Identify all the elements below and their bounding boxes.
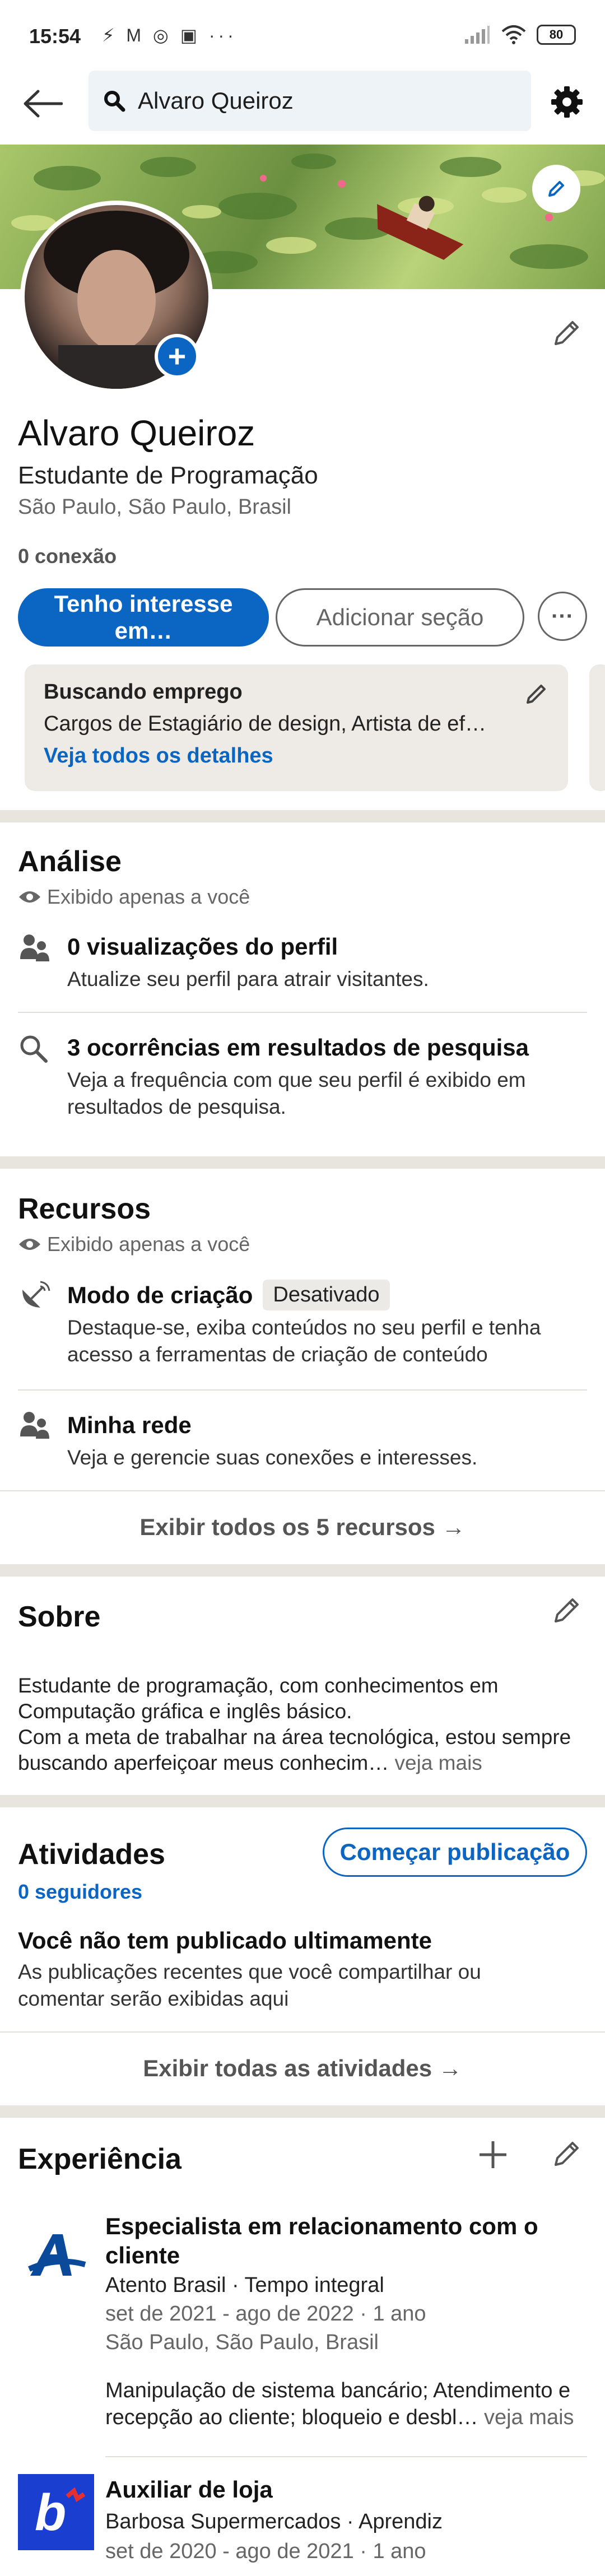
search-icon [104, 91, 125, 112]
eye-icon [19, 1239, 40, 1250]
activity-empty-text: As publicações recentes que você compart… [18, 1960, 481, 2010]
status-system-icons: ⚡ M ◎ ▣ ··· [102, 25, 237, 45]
open-to-work-card[interactable]: Buscando emprego Cargos de Estagiário de… [25, 664, 568, 791]
see-more-link[interactable]: veja mais [484, 2406, 574, 2429]
eye-icon [19, 891, 40, 903]
search-value: Alvaro Queiroz [138, 87, 294, 114]
signal-icon [465, 26, 490, 44]
more-options-button[interactable]: ··· [538, 592, 587, 641]
pencil-icon[interactable] [551, 2138, 583, 2169]
analytics-title: Análise [18, 845, 122, 878]
add-photo-button[interactable]: + [155, 334, 199, 379]
experience-item-1[interactable]: Especialista em relacionamento com o cli… [105, 2212, 587, 2431]
creator-mode-row[interactable]: Modo de criação Desativado [67, 1280, 390, 1310]
start-post-button[interactable]: Começar publicação [323, 1828, 587, 1877]
my-network-title[interactable]: Minha rede [67, 1412, 192, 1439]
back-arrow-icon[interactable] [22, 90, 63, 118]
profile-name: Alvaro Queiroz [18, 413, 255, 453]
show-all-activity-label: Exibir todas as atividades [143, 2055, 432, 2081]
next-card-peek [589, 664, 605, 791]
row-divider [0, 2031, 605, 2033]
job-title: Especialista em relacionamento com o cli… [105, 2213, 538, 2268]
pencil-icon[interactable] [551, 1594, 583, 1626]
satellite-dish-icon [22, 1281, 50, 1308]
people-icon [20, 1412, 49, 1439]
barbosa-logo: b [18, 2474, 94, 2550]
show-all-activity-link[interactable]: Exibir todas as atividades → [0, 2055, 605, 2082]
job-company: Atento Brasil · Tempo integral [105, 2273, 384, 2297]
wifi-icon [501, 25, 526, 44]
edit-intro-pencil-icon[interactable] [551, 317, 583, 348]
search-appearances-subtitle: Veja a frequência com que seu perfil é e… [67, 1068, 526, 1118]
gear-icon[interactable] [550, 85, 584, 119]
followers-count[interactable]: 0 seguidores [18, 1880, 142, 1904]
section-divider [0, 810, 605, 822]
resources-title: Recursos [18, 1193, 151, 1225]
open-to-button[interactable]: Tenho interesse em… [18, 588, 269, 647]
search-input[interactable]: Alvaro Queiroz [89, 71, 531, 131]
edit-cover-button[interactable] [532, 165, 580, 213]
plus-icon: + [167, 338, 187, 374]
row-divider [18, 1012, 587, 1013]
resources-privacy: Exibido apenas a você [18, 1233, 250, 1256]
experience-title: Experiência [18, 2143, 182, 2175]
row-divider [105, 2456, 587, 2457]
profile-headline: Estudante de Programação [18, 462, 318, 489]
activity-title: Atividades [18, 1838, 165, 1871]
my-network-subtitle: Veja e gerencie suas conexões e interess… [67, 1446, 478, 1469]
section-divider [0, 1156, 605, 1169]
creator-mode-subtitle: Destaque-se, exiba conteúdos no seu perf… [67, 1316, 541, 1366]
experience-item-2[interactable]: Auxiliar de loja Barbosa Supermercados ·… [105, 2476, 587, 2564]
pencil-icon[interactable] [524, 681, 549, 706]
about-text: Estudante de programação, com conhecimen… [18, 1674, 571, 1774]
status-time: 15:54 [29, 25, 81, 48]
status-badge: Desativado [263, 1280, 390, 1310]
job-company: Barbosa Supermercados · Aprendiz [105, 2510, 443, 2533]
people-icon [20, 934, 49, 961]
status-bar: 15:54 ⚡ M ◎ ▣ ··· 80 [0, 0, 605, 72]
search-icon [20, 1035, 48, 1063]
pencil-icon [548, 181, 564, 197]
section-divider [0, 1795, 605, 1807]
about-title: Sobre [18, 1601, 101, 1633]
connections-count[interactable]: 0 conexão [18, 545, 117, 568]
show-all-resources-label: Exibir todos os 5 recursos [139, 1514, 435, 1540]
activity-empty-title: Você não tem publicado ultimamente [18, 1927, 432, 1954]
job-dates: set de 2021 - ago de 2022 · 1 ano [105, 2302, 426, 2326]
svg-text:b: b [35, 2484, 66, 2541]
section-divider [0, 1564, 605, 1577]
privacy-label: Exibido apenas a você [47, 885, 250, 908]
atento-logo [18, 2215, 96, 2294]
show-all-resources-link[interactable]: Exibir todos os 5 recursos → [0, 1514, 605, 1541]
profile-location: São Paulo, São Paulo, Brasil [18, 495, 291, 519]
profile-views-subtitle: Atualize seu perfil para atrair visitant… [67, 968, 429, 991]
profile-views-title[interactable]: 0 visualizações do perfil [67, 933, 338, 960]
row-divider [18, 1389, 587, 1391]
ellipsis-icon: ··· [551, 603, 574, 629]
open-to-work-title: Buscando emprego [44, 680, 243, 704]
battery-icon: 80 [537, 25, 576, 45]
arrow-right-icon: → [438, 2055, 462, 2081]
analytics-privacy: Exibido apenas a você [18, 885, 250, 909]
row-divider [0, 1490, 605, 1491]
arrow-right-icon: → [441, 1514, 466, 1540]
creator-mode-title: Modo de criação [67, 1281, 253, 1308]
open-to-work-details-link[interactable]: Veja todos os detalhes [44, 744, 549, 768]
job-title: Auxiliar de loja [105, 2476, 273, 2503]
privacy-label: Exibido apenas a você [47, 1233, 250, 1256]
about-text-block[interactable]: Estudante de programação, com conhecimen… [18, 1673, 587, 1776]
plus-icon[interactable] [477, 2139, 509, 2170]
job-location: São Paulo, São Paulo, Brasil [105, 2331, 379, 2354]
job-description-block: Manipulação de sistema bancário; Atendim… [105, 2377, 587, 2431]
search-appearances-title[interactable]: 3 ocorrências em resultados de pesquisa [67, 1034, 529, 1061]
section-divider [0, 2105, 605, 2118]
open-to-work-description: Cargos de Estagiário de design, Artista … [44, 712, 487, 736]
see-more-link[interactable]: veja mais [395, 1751, 482, 1774]
add-section-button[interactable]: Adicionar seção [276, 588, 524, 647]
job-dates: set de 2020 - ago de 2021 · 1 ano [105, 2540, 426, 2563]
status-right-icons: 80 [464, 22, 576, 47]
